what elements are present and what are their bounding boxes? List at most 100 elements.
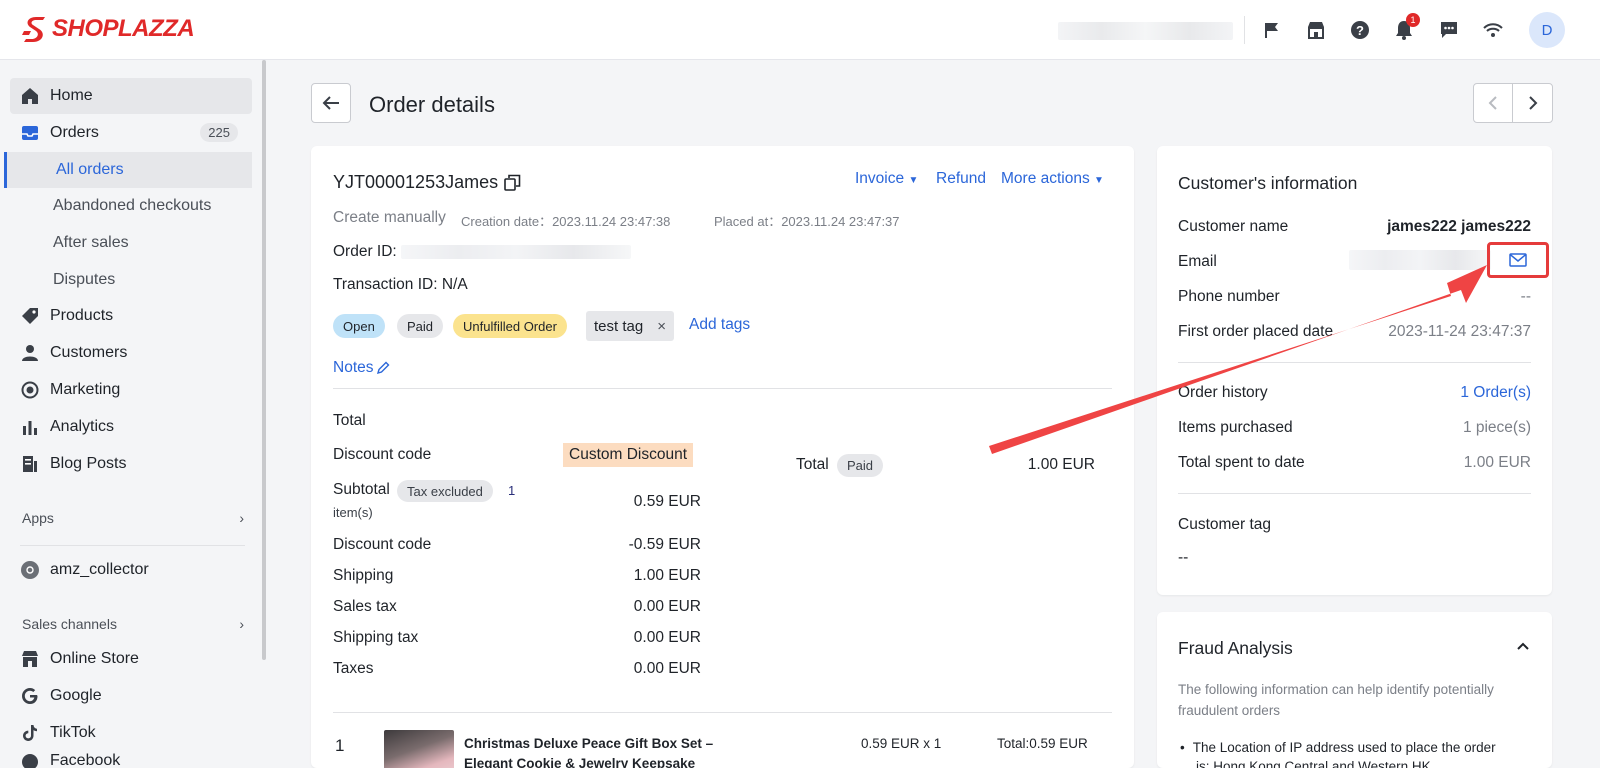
line-item-price-qty: 0.59 EUR x 1: [861, 736, 942, 751]
order-number: YJT00001253James: [333, 172, 521, 193]
placed-at-value: 2023.11.24 23:47:37: [781, 214, 900, 229]
chevron-right-icon: [1528, 96, 1537, 110]
flag-icon[interactable]: [1260, 18, 1284, 42]
status-badge-open: Open: [333, 314, 385, 338]
close-icon[interactable]: ×: [657, 318, 666, 335]
fraud-description: The following information can help ident…: [1178, 679, 1494, 721]
sidebar-item-label: Blog Posts: [50, 455, 127, 472]
refund-button[interactable]: Refund: [936, 170, 986, 188]
sidebar-item-facebook[interactable]: Facebook: [10, 752, 252, 768]
sidebar-subitem-abandoned-checkouts[interactable]: Abandoned checkouts: [0, 188, 252, 224]
bar-chart-icon: [20, 417, 40, 437]
subtotal-item-count: 1: [508, 483, 516, 498]
shipping-value: 1.00 EUR: [633, 567, 701, 584]
shoplazza-logo[interactable]: SHOPLAZZA: [22, 15, 195, 43]
add-tags-link[interactable]: Add tags: [689, 316, 750, 334]
taxes-label: Taxes: [333, 660, 374, 677]
sidebar-item-label: Orders: [50, 124, 99, 141]
bell-icon[interactable]: 1: [1392, 13, 1420, 42]
custom-tag: test tag ×: [586, 311, 674, 341]
creation-date-label: Creation date：: [461, 214, 553, 229]
order-card: YJT00001253James Invoice ▼ Refund More a…: [311, 146, 1134, 768]
google-icon: [20, 686, 40, 706]
shipping-label: Shipping: [333, 567, 394, 584]
order-source: Create manually: [333, 209, 446, 226]
logo-mark-icon: [22, 17, 45, 42]
sales-tax-value: 0.00 EUR: [633, 598, 701, 615]
invoice-dropdown[interactable]: Invoice ▼: [855, 170, 918, 188]
sidebar-item-home[interactable]: Home: [10, 78, 252, 114]
order-history-link[interactable]: 1 Order(s): [1387, 384, 1531, 402]
email-contact-button[interactable]: [1487, 242, 1549, 278]
copy-icon[interactable]: [504, 174, 521, 191]
sidebar-scrollbar[interactable]: [262, 60, 266, 660]
chevron-right-icon: ›: [239, 510, 244, 526]
notes-link[interactable]: Notes: [333, 359, 390, 377]
sidebar-item-label: Customers: [50, 344, 128, 361]
sidebar-item-blog-posts[interactable]: Blog Posts: [10, 446, 252, 482]
chevron-up-icon: [1517, 642, 1529, 650]
sidebar-item-products[interactable]: Products: [10, 298, 252, 334]
line-item-title-line2: Elegant Cookie & Jewelry Keepsake: [464, 756, 696, 768]
sidebar-item-orders[interactable]: Orders 225: [10, 115, 252, 151]
caret-down-icon: ▼: [908, 175, 919, 186]
line-item-total: Total:0.59 EUR: [997, 736, 1088, 751]
items-purchased-label: Items purchased: [1178, 419, 1293, 436]
more-actions-label: More actions: [1001, 170, 1090, 187]
page-title: Order details: [369, 92, 495, 117]
section-divider: [333, 712, 1112, 713]
previous-order-button[interactable]: [1474, 84, 1514, 122]
apps-heading: Apps: [22, 510, 54, 526]
sidebar-item-amz-collector[interactable]: amz_collector: [10, 552, 252, 588]
line-item-index: 1: [335, 736, 345, 755]
total-spent-label: Total spent to date: [1178, 454, 1305, 471]
customer-name-value: james222 james222: [1387, 218, 1531, 235]
sidebar-item-online-store[interactable]: Online Store: [10, 641, 252, 677]
top-divider: [1244, 16, 1245, 44]
order-history-label: Order history: [1178, 384, 1268, 401]
facebook-icon: [20, 752, 40, 768]
orders-count-badge: 225: [200, 123, 238, 142]
help-icon[interactable]: ?: [1348, 18, 1372, 42]
back-button[interactable]: [311, 83, 351, 123]
first-order-value: 2023-11-24 23:47:37: [1357, 323, 1531, 341]
pencil-icon: [376, 361, 389, 375]
collapse-button[interactable]: [1513, 636, 1533, 656]
subtotal-value: 0.59 EUR: [633, 493, 701, 510]
creation-date-value: 2023.11.24 23:47:38: [552, 214, 671, 229]
caret-down-icon: ▼: [1094, 175, 1104, 186]
product-thumbnail[interactable]: [384, 730, 454, 768]
sidebar-item-tiktok[interactable]: TikTok: [10, 715, 252, 751]
wifi-icon[interactable]: [1481, 18, 1505, 42]
sidebar-item-google[interactable]: Google: [10, 678, 252, 714]
discount-code-label: Discount code: [333, 446, 432, 463]
sidebar-subitem-label: All orders: [56, 161, 124, 178]
placed-at-label: Placed at：: [714, 214, 782, 229]
creation-date: Creation date：2023.11.24 23:47:38: [461, 211, 670, 230]
taxes-value: 0.00 EUR: [633, 660, 701, 677]
sales-tax-label: Sales tax: [333, 598, 397, 615]
sidebar-item-analytics[interactable]: Analytics: [10, 409, 252, 445]
line-item-title[interactable]: Christmas Deluxe Peace Gift Box Set – El…: [464, 734, 713, 768]
line-item-title-line1: Christmas Deluxe Peace Gift Box Set –: [464, 736, 714, 751]
sidebar-item-customers[interactable]: Customers: [10, 335, 252, 371]
fraud-description-line1: The following information can help ident…: [1178, 682, 1494, 697]
store-icon[interactable]: [1304, 18, 1328, 42]
grand-total-value: 1.00 EUR: [1027, 456, 1095, 473]
sidebar-subitem-disputes[interactable]: Disputes: [0, 262, 252, 298]
more-actions-dropdown[interactable]: More actions ▼: [1001, 170, 1104, 188]
chat-icon[interactable]: [1437, 18, 1461, 42]
sidebar-subitem-all-orders[interactable]: All orders: [4, 152, 252, 188]
sidebar-subitem-after-sales[interactable]: After sales: [0, 225, 252, 261]
order-pager: [1473, 83, 1553, 123]
person-icon: [20, 343, 40, 363]
next-order-button[interactable]: [1513, 84, 1552, 122]
notes-label: Notes: [333, 359, 374, 376]
sidebar-item-marketing[interactable]: Marketing: [10, 372, 252, 408]
discount-code-badge: Custom Discount: [563, 443, 694, 467]
apps-section-header[interactable]: Apps ›: [22, 510, 244, 526]
items-purchased-value: 1 piece(s): [1462, 419, 1531, 436]
avatar[interactable]: D: [1529, 12, 1565, 48]
sales-channels-section-header[interactable]: Sales channels ›: [22, 616, 244, 632]
shipping-tax-value: 0.00 EUR: [633, 629, 701, 646]
